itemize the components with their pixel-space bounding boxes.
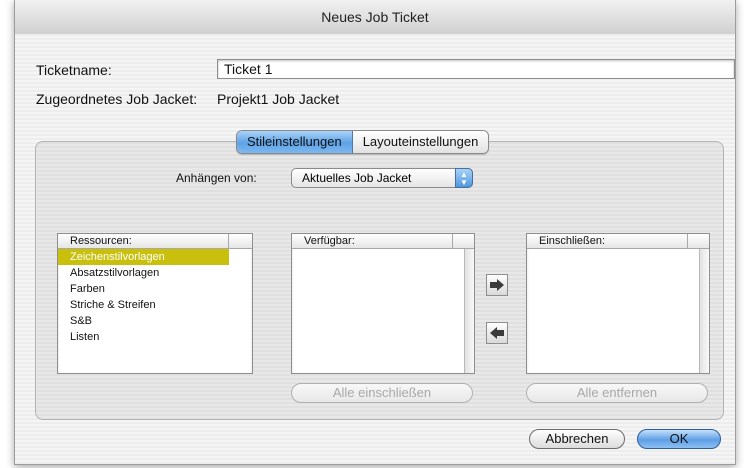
move-left-button[interactable] (486, 322, 508, 344)
tab-layout-settings[interactable]: Layouteinstellungen (352, 131, 489, 153)
include-list[interactable]: Einschließen: (526, 233, 710, 374)
list-item[interactable]: Zeichenstilvorlagen (58, 249, 229, 265)
resources-list[interactable]: Ressourcen: Zeichenstilvorlagen Absatzst… (57, 233, 253, 374)
list-item[interactable]: Farben (58, 281, 252, 297)
append-from-value: Aktuelles Job Jacket (302, 171, 412, 185)
remove-all-button[interactable]: Alle entfernen (526, 383, 708, 403)
resources-list-body: Zeichenstilvorlagen Absatzstilvorlagen F… (58, 249, 252, 345)
available-list[interactable]: Verfügbar: (291, 233, 475, 374)
ticketname-label: Ticketname: (36, 62, 112, 78)
cancel-button[interactable]: Abbrechen (529, 429, 625, 449)
dialog-content: Ticketname: Zugeordnetes Job Jacket: Pro… (15, 34, 735, 464)
dialog-window: Neues Job Ticket Ticketname: Zugeordnete… (14, 0, 736, 465)
include-list-header: Einschließen: (527, 234, 709, 249)
arrow-left-icon (490, 327, 504, 339)
tab-style-settings[interactable]: Stileinstellungen (237, 131, 353, 153)
list-item[interactable]: Striche & Streifen (58, 297, 252, 313)
title-bar[interactable]: Neues Job Ticket (15, 0, 735, 35)
include-all-button[interactable]: Alle einschließen (291, 383, 473, 403)
tab-bar: Stileinstellungen Layouteinstellungen (236, 130, 490, 154)
job-jacket-label: Zugeordnetes Job Jacket: (36, 91, 198, 107)
list-item[interactable]: Listen (58, 329, 252, 345)
move-right-button[interactable] (486, 274, 508, 296)
append-from-label: Anhängen von: (176, 171, 257, 185)
list-item[interactable]: S&B (58, 313, 252, 329)
job-jacket-value: Projekt1 Job Jacket (217, 91, 340, 107)
list-item[interactable]: Absatzstilvorlagen (58, 265, 252, 281)
available-list-header: Verfügbar: (292, 234, 474, 249)
up-down-arrows-icon: ▲ ▼ (455, 168, 473, 188)
include-list-scrollbar[interactable] (699, 249, 709, 373)
window-title: Neues Job Ticket (321, 9, 429, 25)
resources-list-header: Ressourcen: (58, 234, 252, 249)
available-list-scrollbar[interactable] (464, 249, 474, 373)
ticketname-input[interactable] (217, 59, 735, 79)
append-from-popup[interactable]: Aktuelles Job Jacket ▲ ▼ (291, 168, 473, 188)
arrow-right-icon (490, 279, 504, 291)
ok-button[interactable]: OK (637, 429, 721, 449)
